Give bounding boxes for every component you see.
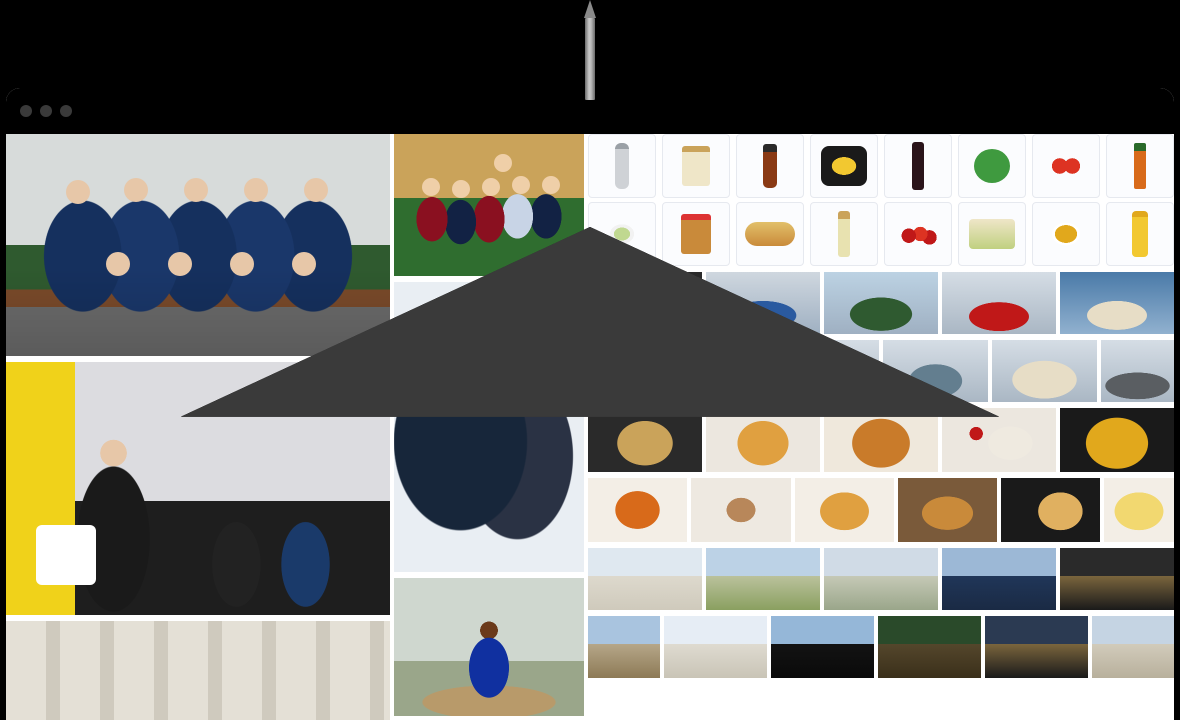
house-thumb-farmhouse-dusk[interactable] <box>985 616 1088 678</box>
house-thumb-navy[interactable] <box>942 548 1056 610</box>
car-thumb-gtr[interactable] <box>1101 340 1174 402</box>
car-thumb-cream-convertible[interactable] <box>1060 272 1174 334</box>
product-wrap[interactable] <box>958 202 1026 266</box>
houses-row-2 <box>588 616 1174 678</box>
window-control-zoom[interactable] <box>60 105 72 117</box>
food-thumb-coffee[interactable] <box>691 478 790 542</box>
house-thumb-white-villa[interactable] <box>664 616 767 678</box>
corporate-group-photo[interactable] <box>6 134 390 356</box>
product-red-wine[interactable] <box>884 134 952 198</box>
food-thumb-charcuterie[interactable] <box>588 408 702 472</box>
food-row-2 <box>588 478 1174 542</box>
graduation-photo[interactable] <box>394 578 584 716</box>
food-thumb-fried[interactable] <box>795 478 894 542</box>
stone-columns-photo[interactable] <box>6 621 390 720</box>
product-olive-oil[interactable] <box>810 202 878 266</box>
food-thumb-sushi[interactable] <box>942 408 1056 472</box>
house-thumb-colonial[interactable] <box>824 548 938 610</box>
middle-photo-column <box>394 134 588 720</box>
food-thumb-egg[interactable] <box>1104 478 1174 542</box>
product-orange-juice[interactable] <box>1106 202 1174 266</box>
gallery-content <box>6 134 1174 720</box>
food-row-1 <box>588 408 1174 472</box>
house-thumb-shingle[interactable] <box>1092 616 1174 678</box>
product-lettuce[interactable] <box>958 134 1026 198</box>
car-thumb-green-suv[interactable] <box>824 272 938 334</box>
food-thumb-pasta[interactable] <box>706 408 820 472</box>
house-thumb-modern-night[interactable] <box>1060 548 1174 610</box>
product-chicken-broth[interactable] <box>662 134 730 198</box>
house-thumb-suburban[interactable] <box>706 548 820 610</box>
product-rice-bowl[interactable] <box>1032 202 1100 266</box>
product-bananas[interactable] <box>810 134 878 198</box>
houses-row-1 <box>588 548 1174 610</box>
product-hot-sauce[interactable] <box>1106 134 1174 198</box>
food-thumb-ramen[interactable] <box>1001 478 1100 542</box>
product-tomatoes[interactable] <box>1032 134 1100 198</box>
product-water-bottle[interactable] <box>588 134 656 198</box>
window-control-close[interactable] <box>20 105 32 117</box>
left-photo-column <box>6 134 394 720</box>
house-thumb-forest-cabin[interactable] <box>878 616 981 678</box>
browser-window <box>6 88 1174 720</box>
window-control-minimize[interactable] <box>40 105 52 117</box>
house-thumb-adobe[interactable] <box>588 616 660 678</box>
grocery-product-grid <box>588 134 1174 266</box>
product-bbq-sauce[interactable] <box>736 134 804 198</box>
food-thumb-pizza[interactable] <box>824 408 938 472</box>
product-peanut-butter[interactable] <box>662 202 730 266</box>
food-thumb-soup[interactable] <box>588 478 687 542</box>
house-thumb-grey-brick[interactable] <box>588 548 702 610</box>
right-grid-column <box>588 134 1174 720</box>
food-thumb-tacos[interactable] <box>898 478 997 542</box>
house-thumb-lakefront[interactable] <box>771 616 874 678</box>
product-sub-sandwich[interactable] <box>736 202 804 266</box>
stylus-pen-graphic <box>584 0 596 100</box>
car-thumb-van[interactable] <box>992 340 1097 402</box>
product-apples[interactable] <box>884 202 952 266</box>
car-thumb-red-coupe[interactable] <box>942 272 1056 334</box>
food-thumb-biryani[interactable] <box>1060 408 1174 472</box>
